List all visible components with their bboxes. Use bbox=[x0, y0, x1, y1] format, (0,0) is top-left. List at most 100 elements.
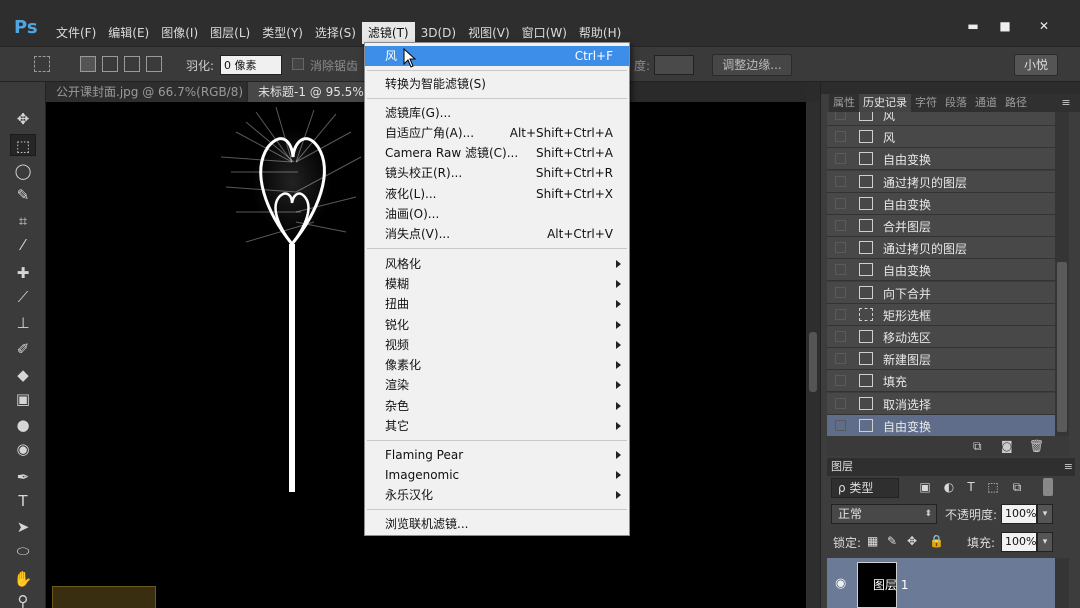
pen-tool-icon[interactable]: ✒ bbox=[10, 466, 36, 488]
layers-menu-icon[interactable]: ≡ bbox=[1064, 458, 1073, 476]
lock-transparent-icon[interactable]: ▦ bbox=[867, 534, 878, 548]
clone-stamp-tool-icon[interactable]: ⊥ bbox=[10, 312, 36, 334]
menu-item-liquify[interactable]: 液化(L)... Shift+Ctrl+X bbox=[365, 184, 629, 204]
menu-item-distort[interactable]: 扭曲 bbox=[365, 294, 629, 314]
type-tool-icon[interactable]: T bbox=[10, 490, 36, 512]
tab-paths[interactable]: 路径 bbox=[1001, 94, 1031, 112]
menu-item-pixelate[interactable]: 像素化 bbox=[365, 355, 629, 375]
brush-tool-icon[interactable]: ⟋ bbox=[10, 286, 36, 308]
menu-select[interactable]: 选择(S) bbox=[309, 22, 362, 44]
scrollbar-thumb[interactable] bbox=[809, 332, 817, 392]
history-state-row[interactable]: 填充 bbox=[827, 370, 1055, 393]
snapshot-source-checkbox[interactable] bbox=[835, 131, 846, 143]
ellipse-tool-icon[interactable]: ⬭ bbox=[10, 540, 36, 562]
snapshot-source-checkbox[interactable] bbox=[835, 397, 846, 409]
menu-item-imagenomic[interactable]: Imagenomic bbox=[365, 465, 629, 485]
snapshot-source-checkbox[interactable] bbox=[835, 112, 846, 120]
intersect-selection-icon[interactable] bbox=[146, 56, 162, 72]
canvas-scrollbar[interactable] bbox=[806, 102, 820, 608]
camera-snapshot-icon[interactable]: ◙ bbox=[1001, 439, 1013, 453]
eyedropper-tool-icon[interactable]: ⁄ bbox=[10, 234, 36, 256]
history-state-row[interactable]: 通过拷贝的图层 bbox=[827, 237, 1055, 260]
snapshot-source-checkbox[interactable] bbox=[835, 286, 846, 298]
menu-item-sharpen[interactable]: 锐化 bbox=[365, 315, 629, 335]
healing-brush-tool-icon[interactable]: ✚ bbox=[10, 262, 36, 284]
tab-cover-jpg[interactable]: 公开课封面.jpg @ 66.7%(RGB/8) bbox=[46, 82, 246, 102]
density-input[interactable] bbox=[654, 55, 694, 75]
quick-selection-tool-icon[interactable]: ✎ bbox=[10, 184, 36, 206]
menu-item-adaptive-wide-angle[interactable]: 自适应广角(A)... Alt+Shift+Ctrl+A bbox=[365, 123, 629, 143]
history-state-row[interactable]: 风 bbox=[827, 126, 1055, 149]
menu-edit[interactable]: 编辑(E) bbox=[102, 22, 155, 44]
antialias-checkbox[interactable] bbox=[292, 58, 304, 70]
scrollbar-thumb[interactable] bbox=[1057, 262, 1067, 432]
history-state-row[interactable]: 移动选区 bbox=[827, 326, 1055, 348]
new-selection-icon[interactable] bbox=[80, 56, 96, 72]
eye-visibility-icon[interactable]: ◉ bbox=[835, 576, 846, 591]
menu-help[interactable]: 帮助(H) bbox=[573, 22, 627, 44]
layer-row[interactable]: ◉ 图层 1 bbox=[827, 558, 1055, 608]
layers-scrollbar[interactable] bbox=[1055, 558, 1069, 608]
move-tool-icon[interactable]: ✥ bbox=[10, 108, 36, 130]
zoom-tool-icon[interactable]: ⚲ bbox=[10, 590, 36, 608]
snapshot-source-checkbox[interactable] bbox=[835, 331, 846, 342]
marquee-preset-icon[interactable] bbox=[34, 56, 50, 72]
menu-item-yongle-hanhua[interactable]: 永乐汉化 bbox=[365, 485, 629, 505]
smart-object-filter-icon[interactable]: ⧉ bbox=[1009, 480, 1025, 495]
menu-item-camera-raw[interactable]: Camera Raw 滤镜(C)... Shift+Ctrl+A bbox=[365, 143, 629, 163]
crop-tool-icon[interactable]: ⌗ bbox=[10, 210, 36, 232]
menu-item-filter-gallery[interactable]: 滤镜库(G)... bbox=[365, 103, 629, 123]
subtract-selection-icon[interactable] bbox=[124, 56, 140, 72]
menu-view[interactable]: 视图(V) bbox=[462, 22, 516, 44]
feather-input[interactable]: 0 像素 bbox=[220, 55, 282, 75]
shape-filter-icon[interactable]: ⬚ bbox=[985, 480, 1001, 494]
close-button[interactable]: ✕ bbox=[1022, 16, 1066, 36]
menu-type[interactable]: 类型(Y) bbox=[256, 22, 309, 44]
filter-toggle[interactable] bbox=[1043, 478, 1053, 496]
menu-item-stylize[interactable]: 风格化 bbox=[365, 254, 629, 274]
menu-item-render[interactable]: 渲染 bbox=[365, 375, 629, 395]
lock-pixels-icon[interactable]: ✎ bbox=[887, 534, 897, 548]
gradient-tool-icon[interactable]: ▣ bbox=[10, 388, 36, 410]
tab-paragraph[interactable]: 段落 bbox=[941, 94, 971, 112]
menu-window[interactable]: 窗口(W) bbox=[516, 22, 573, 44]
refine-edge-button[interactable]: 调整边缘... bbox=[712, 54, 792, 76]
snapshot-source-checkbox[interactable] bbox=[835, 375, 846, 387]
pixel-filter-icon[interactable]: ▣ bbox=[917, 480, 933, 494]
fill-dropdown-icon[interactable]: ▾ bbox=[1037, 532, 1053, 552]
panel-menu-icon[interactable]: ≡ bbox=[1056, 94, 1076, 112]
snapshot-source-checkbox[interactable] bbox=[835, 220, 846, 231]
menu-file[interactable]: 文件(F) bbox=[50, 22, 102, 44]
adjustment-filter-icon[interactable]: ◐ bbox=[941, 480, 957, 494]
menu-item-other[interactable]: 其它 bbox=[365, 416, 629, 436]
tab-channels[interactable]: 通道 bbox=[971, 94, 1001, 112]
menu-item-flaming-pear[interactable]: Flaming Pear bbox=[365, 445, 629, 465]
history-state-row[interactable]: 通过拷贝的图层 bbox=[827, 170, 1055, 193]
menu-item-browse-online-filters[interactable]: 浏览联机滤镜... bbox=[365, 514, 629, 534]
snapshot-source-checkbox[interactable] bbox=[835, 419, 846, 431]
history-brush-tool-icon[interactable]: ✐ bbox=[10, 338, 36, 360]
menu-image[interactable]: 图像(I) bbox=[155, 22, 204, 44]
new-document-from-state-icon[interactable]: ⧉ bbox=[973, 439, 982, 454]
snapshot-source-checkbox[interactable] bbox=[835, 153, 846, 165]
history-state-row[interactable]: 矩形选框 bbox=[827, 303, 1055, 326]
menu-item-convert-smart-filter[interactable]: 转换为智能滤镜(S) bbox=[365, 74, 629, 94]
history-state-row[interactable]: 合并图层 bbox=[827, 215, 1055, 237]
tab-character[interactable]: 字符 bbox=[911, 94, 941, 112]
hand-tool-icon[interactable]: ✋ bbox=[10, 568, 36, 590]
path-selection-tool-icon[interactable]: ➤ bbox=[10, 516, 36, 538]
history-state-row[interactable]: 自由变换 bbox=[827, 259, 1055, 282]
menu-item-vanishing-point[interactable]: 消失点(V)... Alt+Ctrl+V bbox=[365, 224, 629, 244]
blend-mode-select[interactable]: 正常 ⬍ bbox=[831, 504, 937, 524]
menu-item-noise[interactable]: 杂色 bbox=[365, 396, 629, 416]
menu-filter[interactable]: 滤镜(T) bbox=[361, 22, 415, 44]
snapshot-source-checkbox[interactable] bbox=[835, 308, 846, 320]
tab-untitled-1[interactable]: 未标题-1 @ 95.5% ( bbox=[248, 82, 364, 102]
opacity-input[interactable]: 100% bbox=[1001, 504, 1037, 524]
menu-layer[interactable]: 图层(L) bbox=[204, 22, 256, 44]
history-state-row[interactable]: 向下合并 bbox=[827, 281, 1055, 304]
menu-3d[interactable]: 3D(D) bbox=[415, 22, 462, 44]
menu-item-blur[interactable]: 模糊 bbox=[365, 274, 629, 294]
history-state-row[interactable]: 取消选择 bbox=[827, 392, 1055, 415]
lasso-tool-icon[interactable]: ◯ bbox=[10, 160, 36, 182]
